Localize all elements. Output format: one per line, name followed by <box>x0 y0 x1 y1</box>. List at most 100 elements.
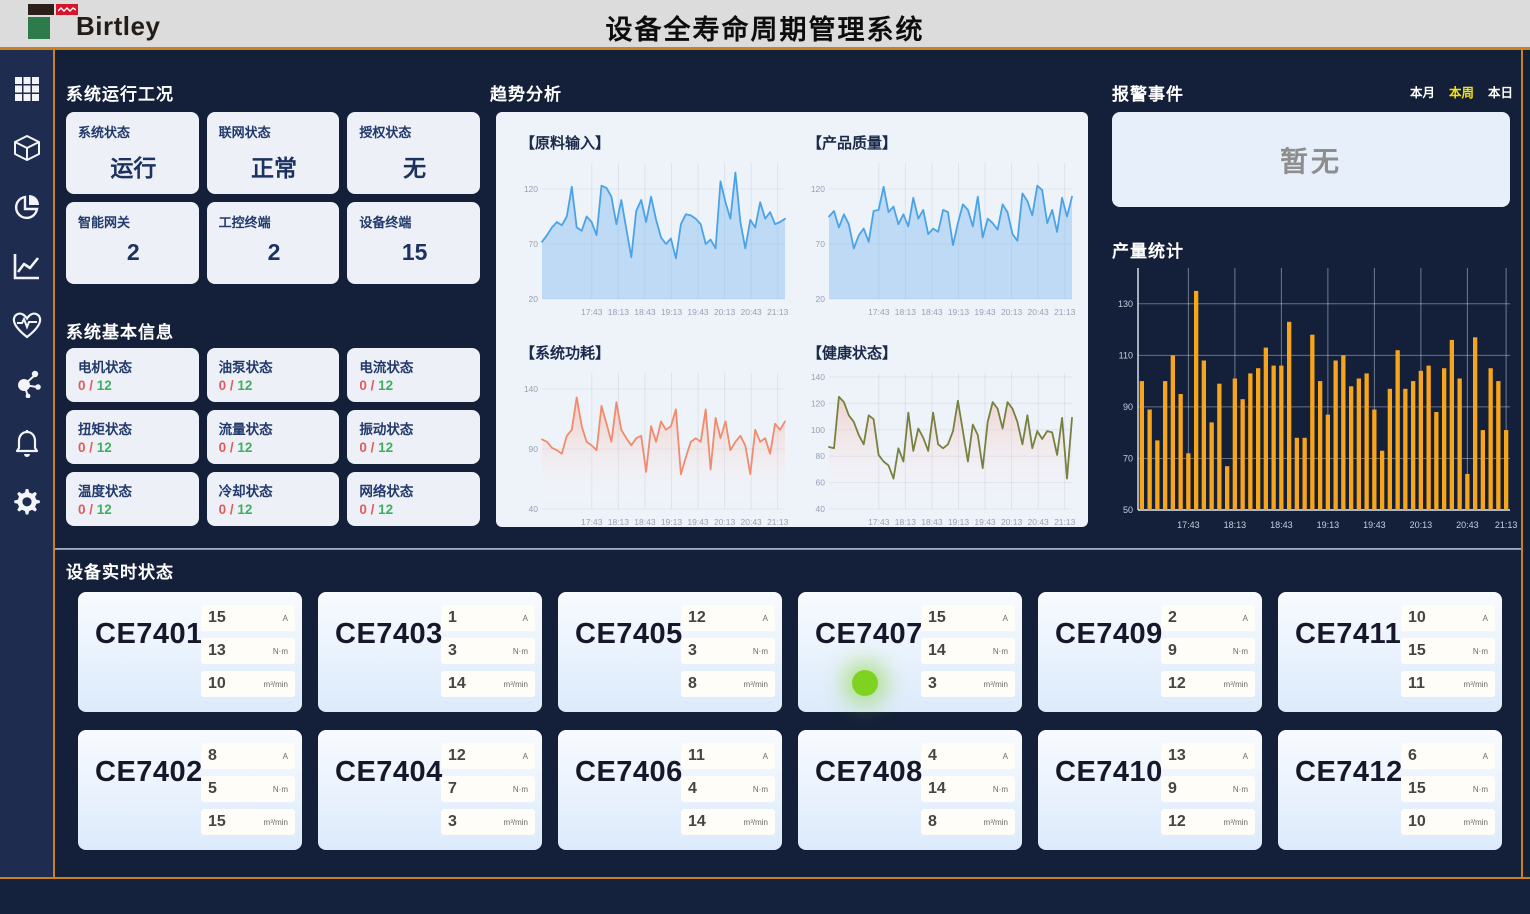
device-readings: 15A13N·m10m³/min <box>201 605 295 697</box>
device-reading-unit: N·m <box>993 785 1008 794</box>
svg-text:20:43: 20:43 <box>1028 517 1050 527</box>
info-card-label: 扭矩状态 <box>78 418 191 438</box>
sidebar-item-analytics[interactable] <box>12 192 42 222</box>
device-reading-unit: m³/min <box>504 680 528 689</box>
sidebar-item-model[interactable] <box>12 133 42 163</box>
device-reading-unit: A <box>1003 752 1008 761</box>
device-reading-value: 14 <box>448 675 466 693</box>
device-card-CE7403[interactable]: CE74031A3N·m14m³/min <box>318 592 542 712</box>
alarm-tabs: 本月本周本日 <box>1105 82 1513 102</box>
device-reading-value: 12 <box>1168 675 1186 693</box>
device-card-CE7407[interactable]: CE740715A14N·m3m³/min <box>798 592 1022 712</box>
svg-text:17:43: 17:43 <box>581 307 603 317</box>
svg-text:21:13: 21:13 <box>1054 307 1076 317</box>
device-reading-unit: N·m <box>1473 647 1488 656</box>
status-card-value: 2 <box>78 239 189 266</box>
sidebar-item-health[interactable] <box>12 310 42 340</box>
health-heart-icon <box>12 311 42 339</box>
device-card-CE7411[interactable]: CE741110A15N·m11m³/min <box>1278 592 1502 712</box>
device-reading-row: 14N·m <box>921 776 1015 802</box>
device-card-CE7406[interactable]: CE740611A4N·m14m³/min <box>558 730 782 850</box>
svg-text:18:13: 18:13 <box>895 517 917 527</box>
device-reading-row: 2A <box>1161 605 1255 631</box>
info-current: 0 / <box>219 378 238 393</box>
info-current: 0 / <box>359 378 378 393</box>
svg-text:18:13: 18:13 <box>895 307 917 317</box>
svg-text:70: 70 <box>529 239 539 249</box>
production-title: 产量统计 <box>1112 237 1184 262</box>
info-card-label: 流量状态 <box>219 418 332 438</box>
device-reading-unit: A <box>523 752 528 761</box>
trend-subchart-product-quality: 【产品质量】17:4318:1318:4319:1319:4320:1320:4… <box>793 122 1080 332</box>
info-card-fraction: 0 / 12 <box>219 502 332 517</box>
device-readings: 6A15N·m10m³/min <box>1401 743 1495 835</box>
svg-text:20:13: 20:13 <box>1410 520 1433 530</box>
device-readings: 13A9N·m12m³/min <box>1161 743 1255 835</box>
device-reading-row: 15A <box>921 605 1015 631</box>
trend-subchart-health-status: 【健康状态】17:4318:1318:4319:1319:4320:1320:4… <box>793 332 1080 542</box>
svg-text:18:13: 18:13 <box>1224 520 1247 530</box>
device-grid: CE740115A13N·m10m³/minCE74031A3N·m14m³/m… <box>78 592 1502 850</box>
device-card-CE7409[interactable]: CE74092A9N·m12m³/min <box>1038 592 1262 712</box>
device-card-CE7405[interactable]: CE740512A3N·m8m³/min <box>558 592 782 712</box>
device-card-CE7402[interactable]: CE74028A5N·m15m³/min <box>78 730 302 850</box>
device-status-title: 设备实时状态 <box>66 558 174 583</box>
info-current: 0 / <box>78 440 97 455</box>
sidebar-item-dashboard[interactable] <box>12 74 42 104</box>
info-current: 0 / <box>78 378 97 393</box>
device-reading-value: 10 <box>1408 609 1426 627</box>
system-info-title: 系统基本信息 <box>66 318 174 343</box>
status-card-label: 智能网关 <box>78 212 189 231</box>
device-card-CE7404[interactable]: CE740412A7N·m3m³/min <box>318 730 542 850</box>
device-reading-row: 9N·m <box>1161 776 1255 802</box>
device-reading-unit: m³/min <box>1224 680 1248 689</box>
device-reading-row: 14m³/min <box>681 809 775 835</box>
device-reading-unit: m³/min <box>984 680 1008 689</box>
device-reading-unit: N·m <box>753 647 768 656</box>
info-card-fraction: 0 / 12 <box>219 440 332 455</box>
sidebar-item-network[interactable] <box>12 369 42 399</box>
device-reading-value: 1 <box>448 609 457 627</box>
info-total: 12 <box>237 440 252 455</box>
trend-subchart-title: 【系统功耗】 <box>520 342 791 363</box>
device-card-CE7408[interactable]: CE74084A14N·m8m³/min <box>798 730 1022 850</box>
info-card: 网络状态0 / 12 <box>347 472 480 526</box>
svg-text:17:43: 17:43 <box>1177 520 1200 530</box>
trend-subchart-title: 【原料输入】 <box>520 132 791 153</box>
device-card-CE7410[interactable]: CE741013A9N·m12m³/min <box>1038 730 1262 850</box>
alarm-tab-本月[interactable]: 本月 <box>1410 82 1435 101</box>
sidebar-item-settings[interactable] <box>12 487 42 517</box>
alarm-tab-本日[interactable]: 本日 <box>1488 82 1513 101</box>
alarm-tab-本周[interactable]: 本周 <box>1449 82 1474 101</box>
device-name: CE7412 <box>1295 756 1403 789</box>
section-divider <box>55 548 1521 550</box>
system-power-chart: 17:4318:1318:4319:1319:4320:1320:4321:13… <box>512 365 790 537</box>
device-reading-unit: N·m <box>753 785 768 794</box>
alarm-empty-text: 暂无 <box>1280 140 1342 180</box>
svg-text:40: 40 <box>529 504 539 514</box>
svg-text:19:13: 19:13 <box>1317 520 1340 530</box>
alarm-empty-card: 暂无 <box>1112 112 1510 207</box>
trend-analysis-card: 【原料输入】17:4318:1318:4319:1319:4320:1320:4… <box>496 112 1088 527</box>
info-total: 12 <box>97 440 112 455</box>
info-card: 冷却状态0 / 12 <box>207 472 340 526</box>
raw-input-chart: 17:4318:1318:4319:1319:4320:1320:4321:13… <box>512 155 790 327</box>
sidebar-item-alerts[interactable] <box>12 428 42 458</box>
device-reading-row: 10m³/min <box>1401 809 1495 835</box>
device-reading-value: 13 <box>1168 747 1186 765</box>
device-reading-unit: A <box>1483 752 1488 761</box>
device-card-CE7401[interactable]: CE740115A13N·m10m³/min <box>78 592 302 712</box>
device-card-CE7412[interactable]: CE74126A15N·m10m³/min <box>1278 730 1502 850</box>
device-reading-value: 4 <box>688 780 697 798</box>
trend-subchart-system-power: 【系统功耗】17:4318:1318:4319:1319:4320:1320:4… <box>506 332 793 542</box>
system-status-title: 系统运行工况 <box>66 80 174 105</box>
sidebar-gold-line <box>53 50 55 878</box>
status-card-label: 授权状态 <box>359 122 470 141</box>
svg-text:17:43: 17:43 <box>868 517 890 527</box>
info-card-fraction: 0 / 12 <box>78 502 191 517</box>
device-reading-value: 8 <box>688 675 697 693</box>
sidebar-item-trends[interactable] <box>12 251 42 281</box>
svg-text:120: 120 <box>524 184 538 194</box>
device-reading-row: 15N·m <box>1401 638 1495 664</box>
cube-icon <box>13 134 41 162</box>
